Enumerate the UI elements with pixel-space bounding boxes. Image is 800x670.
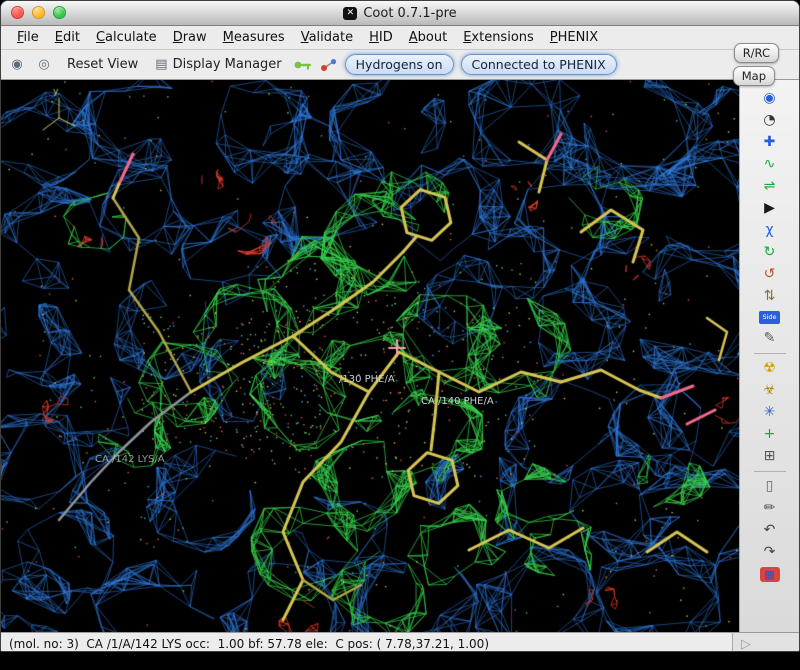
status-row: (mol. no: 3) CA /1/A/142 LYS occ: 1.00 b… [1,632,799,652]
toolbar-separator [754,353,786,354]
colours-icon[interactable]: ▦ [760,567,780,582]
gl-viewport: /130 PHE/A CA /140 PHE/A CA /142 LYS/A [1,80,739,632]
status-bar: (mol. no: 3) CA /1/A/142 LYS occ: 1.00 b… [1,632,732,652]
display-manager-button[interactable]: ▤ Display Manager [151,55,285,74]
menu-about[interactable]: About [401,28,455,47]
gl-canvas[interactable] [1,80,739,632]
menu-edit[interactable]: Edit [47,28,88,47]
undo-icon[interactable]: ↶ [758,520,782,541]
real-space-refine-icon[interactable]: ∿ [758,154,782,175]
titlebar[interactable]: ✕ Coot 0.7.1-pre [1,1,799,26]
side-chain-flip-icon[interactable]: Side [759,311,779,324]
scene-icon-1[interactable]: ◉ [7,55,27,75]
menu-draw[interactable]: Draw [165,28,215,47]
place-atom-icon[interactable]: + [758,424,782,445]
redo-icon[interactable]: ↷ [758,542,782,563]
right-icon-toolbar: ◉◔✚∿⇌▶χ↻↺⇅ Side ✎ ☢☣✳+⊞ ▯✏↶↷ ▦ [739,80,799,632]
residue-label: CA /140 PHE/A [421,396,494,407]
biohazard-icon[interactable]: ☣ [758,380,782,401]
toolbar-expand-arrow-icon[interactable]: ▷ [741,637,751,652]
map-button[interactable]: Map [733,66,775,86]
radiation-icon[interactable]: ☢ [758,358,782,379]
play-icon[interactable]: ▶ [758,198,782,219]
menubar: FileEditCalculateDrawMeasuresValidateHID… [1,26,799,50]
menu-extensions[interactable]: Extensions [455,28,542,47]
window-controls [11,6,66,19]
close-button[interactable] [11,6,24,19]
r-rc-button[interactable]: R/RC [734,43,779,63]
reset-view-button[interactable]: Reset View [61,55,144,74]
hydrogens-on-button[interactable]: Hydrogens on [345,54,454,75]
menu-validate[interactable]: Validate [293,28,361,47]
window-title: ✕ Coot 0.7.1-pre [343,6,456,21]
menu-phenix[interactable]: PHENIX [542,28,606,47]
menu-calculate[interactable]: Calculate [88,28,165,47]
add-alt-conf-icon[interactable]: ✳ [758,402,782,423]
delete-trash-icon[interactable]: ▯ [758,476,782,497]
toolbar-separator [754,471,786,472]
scene-icon-2[interactable]: ◎ [34,55,54,75]
rotamers-icon[interactable]: ↺ [758,264,782,285]
residue-label: CA /142 LYS/A [95,454,165,465]
x11-icon: ✕ [343,7,357,20]
status-corner: ▷ [732,632,799,652]
hydrogen-key-icon[interactable] [293,59,313,71]
recentre-clock-icon[interactable]: ◔ [758,110,782,131]
menu-hid[interactable]: HID [361,28,401,47]
menu-measures[interactable]: Measures [215,28,293,47]
edit-chi-angles-icon[interactable]: χ [758,220,782,241]
rigid-body-fit-icon[interactable]: ✚ [758,132,782,153]
add-terminal-residue-icon[interactable]: ⊞ [758,446,782,467]
content-row: /130 PHE/A CA /140 PHE/A CA /142 LYS/A ◉◔✚… [1,80,799,632]
auto-fit-rotamer-icon[interactable]: ↻ [758,242,782,263]
toolbar: ◉ ◎ Reset View ▤ Display Manager Hydroge… [1,50,799,80]
edit-backbone-icon[interactable]: ✎ [758,328,782,349]
display-manager-icon: ▤ [155,57,167,72]
regularize-zone-icon[interactable]: ⇌ [758,176,782,197]
refine-sphere-icon[interactable]: ◉ [758,88,782,109]
connected-to-phenix-button[interactable]: Connected to PHENIX [461,54,617,75]
coot-window: ✕ Coot 0.7.1-pre FileEditCalculateDrawMe… [0,0,800,652]
pencil-icon[interactable]: ✏ [758,498,782,519]
flip-peptide-icon[interactable]: ⇅ [758,286,782,307]
residue-label: /130 PHE/A [339,374,395,385]
window-title-text: Coot 0.7.1-pre [363,6,456,21]
bonds-molecule-icon[interactable] [320,58,338,72]
minimize-button[interactable] [32,6,45,19]
display-manager-label: Display Manager [173,57,282,72]
zoom-button[interactable] [53,6,66,19]
menu-file[interactable]: File [9,28,47,47]
